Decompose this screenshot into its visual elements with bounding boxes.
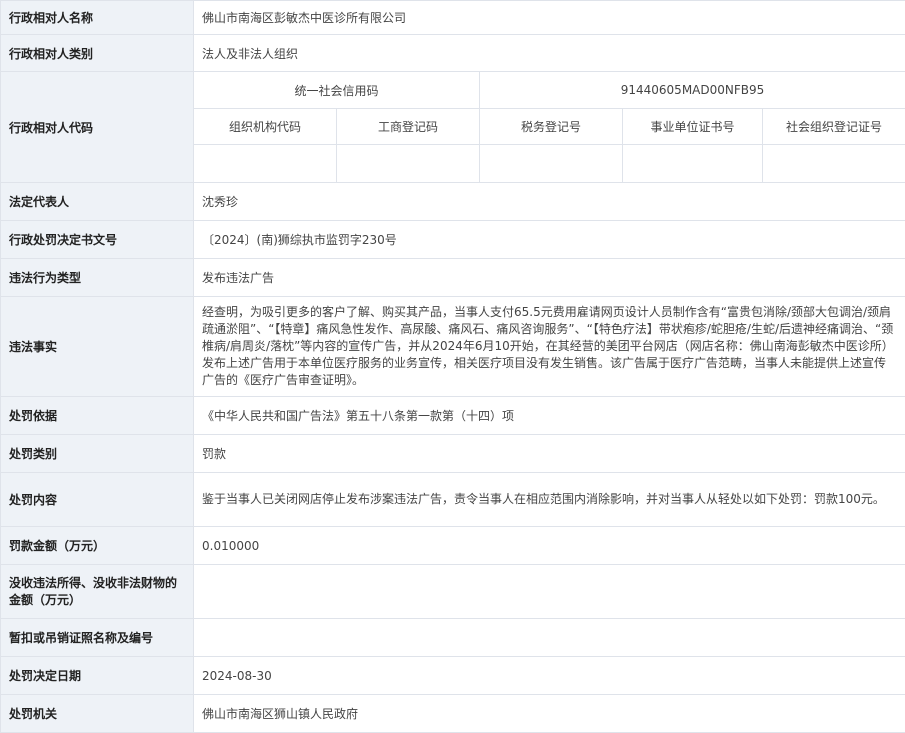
row-facts: 违法事实 经查明，为吸引更多的客户了解、购买其产品，当事人支付65.5元费用雇请… bbox=[1, 297, 905, 397]
row-fine: 罚款金额（万元） 0.010000 bbox=[1, 527, 905, 565]
label-code: 行政相对人代码 bbox=[1, 72, 194, 183]
label-name: 行政相对人名称 bbox=[1, 1, 194, 35]
label-penalty-type: 处罚类别 bbox=[1, 435, 194, 473]
value-category: 法人及非法人组织 bbox=[194, 35, 905, 72]
social-org-value bbox=[763, 145, 905, 183]
label-basis: 处罚依据 bbox=[1, 397, 194, 435]
row-doc-no: 行政处罚决定书文号 〔2024〕(南)狮综执市监罚字230号 bbox=[1, 221, 905, 259]
value-basis: 《中华人民共和国广告法》第五十八条第一款第（十四）项 bbox=[194, 397, 905, 435]
row-name: 行政相对人名称 佛山市南海区彭敏杰中医诊所有限公司 bbox=[1, 1, 905, 35]
value-authority: 佛山市南海区狮山镇人民政府 bbox=[194, 695, 905, 733]
social-org-header: 社会组织登记证号 bbox=[763, 109, 905, 145]
label-facts: 违法事实 bbox=[1, 297, 194, 397]
value-decision-date: 2024-08-30 bbox=[194, 657, 905, 695]
label-fine: 罚款金额（万元） bbox=[1, 527, 194, 565]
row-license: 暂扣或吊销证照名称及编号 bbox=[1, 619, 905, 657]
label-confiscation: 没收违法所得、没收非法财物的金额（万元） bbox=[1, 565, 194, 619]
value-fine: 0.010000 bbox=[194, 527, 905, 565]
label-authority: 处罚机关 bbox=[1, 695, 194, 733]
label-legal-rep: 法定代表人 bbox=[1, 183, 194, 221]
label-violation-type: 违法行为类型 bbox=[1, 259, 194, 297]
value-license bbox=[194, 619, 905, 657]
row-legal-rep: 法定代表人 沈秀珍 bbox=[1, 183, 905, 221]
tax-reg-header: 税务登记号 bbox=[480, 109, 623, 145]
value-violation-type: 发布违法广告 bbox=[194, 259, 905, 297]
value-confiscation bbox=[194, 565, 905, 619]
tax-reg-value bbox=[480, 145, 623, 183]
label-doc-no: 行政处罚决定书文号 bbox=[1, 221, 194, 259]
row-authority: 处罚机关 佛山市南海区狮山镇人民政府 bbox=[1, 695, 905, 733]
label-decision-date: 处罚决定日期 bbox=[1, 657, 194, 695]
row-confiscation: 没收违法所得、没收非法财物的金额（万元） bbox=[1, 565, 905, 619]
row-code-credit: 行政相对人代码 统一社会信用码 91440605MAD00NFB95 bbox=[1, 72, 905, 109]
business-reg-header: 工商登记码 bbox=[337, 109, 480, 145]
org-code-header: 组织机构代码 bbox=[194, 109, 337, 145]
org-code-value bbox=[194, 145, 337, 183]
value-penalty-type: 罚款 bbox=[194, 435, 905, 473]
row-category: 行政相对人类别 法人及非法人组织 bbox=[1, 35, 905, 72]
value-legal-rep: 沈秀珍 bbox=[194, 183, 905, 221]
row-decision-date: 处罚决定日期 2024-08-30 bbox=[1, 657, 905, 695]
penalty-info-table: 行政相对人名称 佛山市南海区彭敏杰中医诊所有限公司 行政相对人类别 法人及非法人… bbox=[0, 0, 905, 733]
label-content: 处罚内容 bbox=[1, 473, 194, 527]
credit-code-label: 统一社会信用码 bbox=[194, 72, 480, 109]
label-category: 行政相对人类别 bbox=[1, 35, 194, 72]
value-doc-no: 〔2024〕(南)狮综执市监罚字230号 bbox=[194, 221, 905, 259]
value-facts: 经查明，为吸引更多的客户了解、购买其产品，当事人支付65.5元费用雇请网页设计人… bbox=[194, 297, 905, 397]
credit-code-value: 91440605MAD00NFB95 bbox=[480, 72, 905, 109]
business-reg-value bbox=[337, 145, 480, 183]
row-basis: 处罚依据 《中华人民共和国广告法》第五十八条第一款第（十四）项 bbox=[1, 397, 905, 435]
value-content: 鉴于当事人已关闭网店停止发布涉案违法广告，责令当事人在相应范围内消除影响，并对当… bbox=[194, 473, 905, 527]
label-license: 暂扣或吊销证照名称及编号 bbox=[1, 619, 194, 657]
row-penalty-type: 处罚类别 罚款 bbox=[1, 435, 905, 473]
row-content: 处罚内容 鉴于当事人已关闭网店停止发布涉案违法广告，责令当事人在相应范围内消除影… bbox=[1, 473, 905, 527]
value-name: 佛山市南海区彭敏杰中医诊所有限公司 bbox=[194, 1, 905, 35]
row-violation-type: 违法行为类型 发布违法广告 bbox=[1, 259, 905, 297]
institution-cert-value bbox=[623, 145, 763, 183]
institution-cert-header: 事业单位证书号 bbox=[623, 109, 763, 145]
